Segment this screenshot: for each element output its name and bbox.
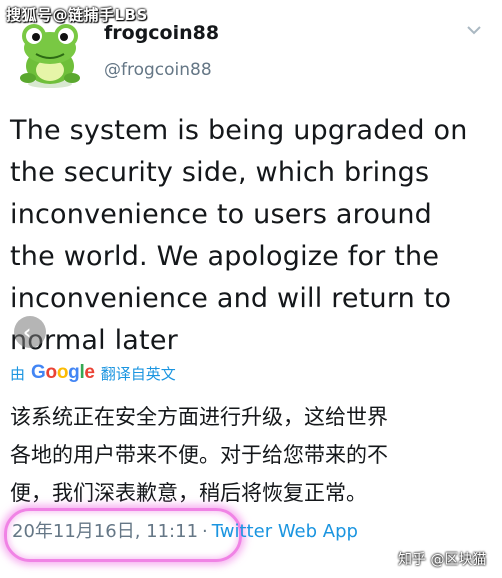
translated-line: 各地的用户带来不便。对于给您带来的不 <box>10 443 388 467</box>
translation-prefix: 由 <box>10 364 26 383</box>
display-name[interactable]: frogcoin88 <box>104 22 219 44</box>
chevron-down-icon[interactable] <box>466 24 482 36</box>
tweet-text: The system is being upgraded on the secu… <box>10 110 490 362</box>
chevron-left-icon: ‹ <box>23 320 32 344</box>
tweet-line: the security side, which brings <box>10 157 430 188</box>
google-logo: Google <box>31 362 95 383</box>
translated-line: 便，我们深表歉意，稍后将恢复正常。 <box>10 481 367 505</box>
tweet-line: The system is being upgraded on <box>10 115 468 146</box>
translation-label: 翻译自英文 <box>100 364 176 383</box>
tweet-line: the world. We apologize for the <box>10 241 440 272</box>
translated-line: 该系统正在安全方面进行升级，这给世界 <box>10 405 388 429</box>
translated-text: 该系统正在安全方面进行升级，这给世界 各地的用户带来不便。对于给您带来的不 便，… <box>10 398 494 512</box>
tweet-timestamp[interactable]: 20年11月16日, 11:11 <box>12 521 198 542</box>
tweet-meta: 20年11月16日, 11:11 · Twitter Web App <box>12 517 358 543</box>
tweet-line: inconvenience to users around <box>10 199 433 230</box>
meta-separator: · <box>202 521 208 542</box>
tweet-line: normal later <box>10 325 178 356</box>
back-nav-button[interactable]: ‹ <box>14 316 46 348</box>
translation-attribution[interactable]: 由 Google 翻译自英文 <box>10 362 176 384</box>
watermark-bottom: 知乎 @区块猫 <box>398 552 487 568</box>
frog-avatar[interactable] <box>10 18 90 90</box>
user-handle[interactable]: @frogcoin88 <box>104 60 212 80</box>
tweet-source-link[interactable]: Twitter Web App <box>212 521 358 542</box>
tweet-line: inconvenience and will return to <box>10 283 452 314</box>
